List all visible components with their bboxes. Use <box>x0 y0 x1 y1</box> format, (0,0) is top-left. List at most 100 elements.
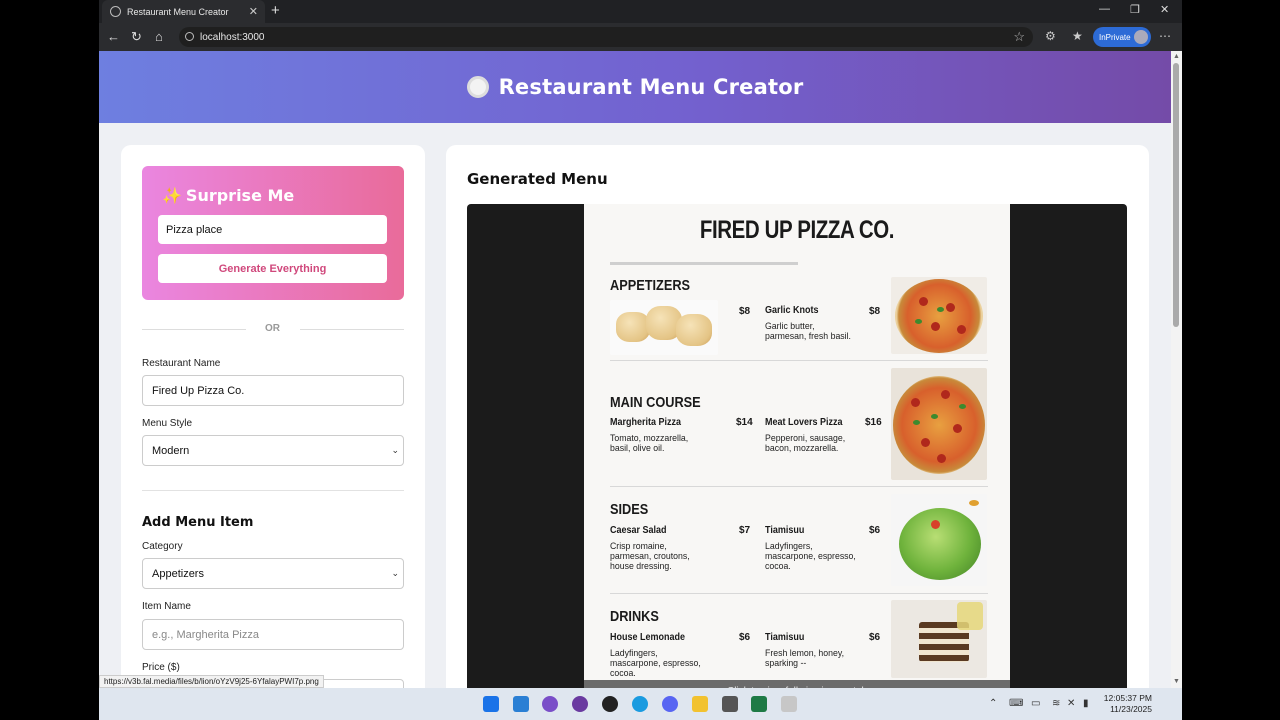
app-icon[interactable] <box>542 696 558 712</box>
surprise-title: ✨ Surprise Me <box>162 186 294 205</box>
menu-item-desc: Fresh lemon, honey, sparking -- <box>765 648 845 669</box>
scrollbar-thumb[interactable] <box>1173 63 1179 327</box>
clock-date: 11/23/2025 <box>1110 704 1152 714</box>
inprivate-label: InPrivate <box>1099 32 1131 42</box>
volume-icon[interactable]: ✕ <box>1067 698 1075 709</box>
menu-style-value: Modern <box>152 444 190 457</box>
menu-item-price: $16 <box>865 417 882 428</box>
section-divider <box>142 490 404 491</box>
close-window-icon[interactable]: ✕ <box>1160 3 1169 16</box>
excel-icon[interactable] <box>751 696 767 712</box>
address-bar-row: ← ↻ ⌂ localhost:3000 ☆ ⚙ ★ InPrivate ⋯ <box>99 23 1182 51</box>
chatgpt-icon[interactable] <box>602 696 618 712</box>
menu-section-title: SIDES <box>610 501 649 518</box>
avatar <box>1134 30 1148 44</box>
generate-everything-button[interactable]: Generate Everything <box>158 254 387 283</box>
taskbar: ⌃ ⌨ ▭ ≋ ✕ ▮ 12:05:37 PM 11/23/2025 <box>99 688 1182 720</box>
discord-icon[interactable] <box>662 696 678 712</box>
page-content: Restaurant Menu Creator ✨Surprise Me Gen… <box>99 51 1171 688</box>
favorite-star-icon[interactable]: ☆ <box>1013 29 1025 45</box>
menu-item-desc: Tomato, mozzarella, basil, olive oil. <box>610 433 689 454</box>
menu-style-select[interactable]: Modern ⌄ <box>142 435 404 466</box>
surprise-me-card: ✨Surprise Me Generate Everything <box>142 166 404 300</box>
restore-icon[interactable]: ❐ <box>1130 3 1140 16</box>
menu-item-desc: Pepperoni, sausage, bacon, mozzarella. <box>765 433 846 454</box>
or-label: OR <box>265 323 280 334</box>
menu-item-price: $14 <box>736 417 753 428</box>
chevron-up-icon[interactable]: ⌃ <box>989 698 997 709</box>
page-scrollbar[interactable]: ▲ ▼ <box>1171 51 1182 688</box>
inprivate-badge[interactable]: InPrivate <box>1093 27 1151 47</box>
chevron-down-icon: ⌄ <box>391 568 399 578</box>
menu-item-desc: Ladyfingers, mascarpone, espresso, cocoa… <box>765 541 856 572</box>
menu-item-desc: Ladyfingers, mascarpone, espresso, cocoa… <box>610 648 701 679</box>
restaurant-name-label: Restaurant Name <box>142 358 221 369</box>
url-input[interactable]: localhost:3000 ☆ <box>179 27 1033 47</box>
menu-item-price: $7 <box>739 525 751 536</box>
restaurant-name-input[interactable]: Fired Up Pizza Co. <box>142 375 404 406</box>
calculator-icon[interactable] <box>722 696 738 712</box>
sparkle-icon: ✨ <box>162 186 182 205</box>
form-panel: ✨Surprise Me Generate Everything OR Rest… <box>121 145 425 688</box>
menu-preview[interactable]: FIRED UP PIZZA CO. APPETIZERS $8 Garlic … <box>467 204 1127 688</box>
menu-item-name: Tiamisuu <box>765 632 805 643</box>
menu-item-name: Tiamisuu <box>765 525 805 536</box>
preview-panel: Generated Menu FIRED UP PIZZA CO. APPETI… <box>446 145 1149 688</box>
snipping-tool-icon[interactable] <box>781 696 797 712</box>
menu-item-name: Caesar Salad <box>610 525 667 536</box>
battery-icon[interactable]: ▮ <box>1083 698 1089 709</box>
home-icon[interactable]: ⌂ <box>155 29 163 44</box>
menu-item-price: $6 <box>869 525 881 536</box>
browser-tab[interactable]: Restaurant Menu Creator ✕ <box>102 0 265 23</box>
vscode-icon[interactable] <box>513 696 529 712</box>
item-name-input[interactable]: e.g., Margherita Pizza <box>142 619 404 650</box>
file-explorer-icon[interactable] <box>692 696 708 712</box>
menu-image[interactable]: FIRED UP PIZZA CO. APPETIZERS $8 Garlic … <box>584 204 1010 688</box>
refresh-icon[interactable]: ↻ <box>131 29 142 45</box>
minimize-icon[interactable]: — <box>1099 3 1110 15</box>
start-icon[interactable] <box>483 696 499 712</box>
tiramisu-photo <box>891 600 987 678</box>
display-icon[interactable]: ▭ <box>1031 698 1040 709</box>
menu-item-name: Garlic Knots <box>765 305 819 316</box>
item-name-label: Item Name <box>142 601 191 612</box>
or-divider: OR <box>142 322 404 336</box>
status-bar-url: https://v3b.fal.media/files/b/lion/oYzV9… <box>99 675 324 688</box>
close-tab-icon[interactable]: ✕ <box>249 5 258 18</box>
site-info-icon[interactable] <box>185 32 194 41</box>
favorites-icon[interactable]: ★ <box>1072 29 1083 43</box>
menu-item-price: $8 <box>739 306 751 317</box>
wifi-icon[interactable]: ≋ <box>1052 698 1060 709</box>
tab-bar: Restaurant Menu Creator ✕ + — ❐ ✕ <box>99 0 1182 23</box>
clock-time: 12:05:37 PM <box>1103 693 1152 703</box>
garlic-knots-photo <box>610 300 718 355</box>
surprise-input[interactable] <box>158 215 387 244</box>
surprise-title-text: Surprise Me <box>185 186 295 205</box>
new-tab-icon[interactable]: + <box>271 2 280 19</box>
plate-icon <box>466 76 489 98</box>
app-header: Restaurant Menu Creator <box>99 51 1171 123</box>
menu-item-name: House Lemonade <box>610 632 686 643</box>
extensions-icon[interactable]: ⚙ <box>1045 29 1056 43</box>
category-value: Appetizers <box>152 567 204 580</box>
tab-title: Restaurant Menu Creator <box>127 6 229 17</box>
github-icon[interactable] <box>572 696 588 712</box>
chevron-down-icon: ⌄ <box>391 445 399 455</box>
pizza-photo <box>891 277 987 354</box>
back-icon[interactable]: ← <box>107 29 120 44</box>
keyboard-icon[interactable]: ⌨ <box>1009 698 1023 709</box>
more-menu-icon[interactable]: ⋯ <box>1159 29 1171 43</box>
globe-icon <box>110 6 121 17</box>
add-item-title: Add Menu Item <box>142 515 254 530</box>
edge-icon[interactable] <box>632 696 648 712</box>
menu-item-desc: Crisp romaine, parmesan, croutons, house… <box>610 541 690 572</box>
menu-section-title: MAIN COURSE <box>610 394 701 411</box>
restaurant-name-value: Fired Up Pizza Co. <box>152 384 245 397</box>
title-rule <box>610 262 798 265</box>
menu-item-name: Meat Lovers Pizza <box>765 417 843 428</box>
page-title: Restaurant Menu Creator <box>498 75 804 99</box>
pizza-photo <box>891 368 987 480</box>
system-clock[interactable]: 12:05:37 PM 11/23/2025 <box>1104 693 1152 715</box>
preview-title: Generated Menu <box>467 170 608 188</box>
category-select[interactable]: Appetizers ⌄ <box>142 558 404 589</box>
